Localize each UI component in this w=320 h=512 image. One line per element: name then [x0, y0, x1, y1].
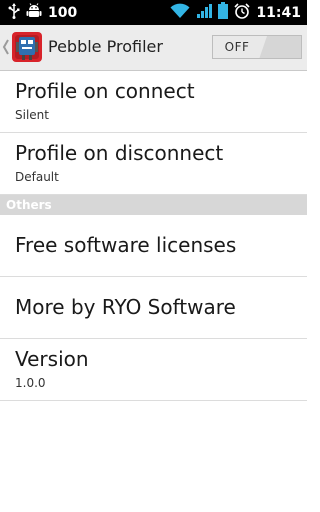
pref-version[interactable]: Version 1.0.0 — [0, 339, 307, 401]
android-debug-icon — [26, 2, 42, 23]
pref-summary: Silent — [15, 108, 49, 122]
pref-title: Profile on disconnect — [15, 141, 224, 165]
pref-more-by-developer[interactable]: More by RYO Software — [0, 277, 307, 339]
pref-title: Version — [15, 347, 89, 371]
alarm-icon — [234, 2, 250, 23]
enable-toggle-switch[interactable]: OFF — [212, 35, 302, 59]
clock-text: 11:41 — [256, 4, 301, 21]
usb-icon — [8, 2, 20, 23]
battery-icon — [218, 2, 229, 23]
pref-title: Free software licenses — [15, 233, 237, 257]
pref-title: Profile on connect — [15, 79, 195, 103]
chevron-left-icon[interactable] — [2, 37, 10, 57]
preferences-list: Profile on connect Silent Profile on dis… — [0, 71, 307, 401]
status-bar-right: 11:41 — [164, 2, 301, 23]
toggle-state-label: OFF — [224, 40, 250, 54]
pref-summary: 1.0.0 — [15, 376, 46, 390]
pebble-robot-icon[interactable] — [10, 30, 44, 64]
pref-summary: Default — [15, 170, 59, 184]
action-bar: Pebble Profiler OFF — [0, 25, 307, 71]
wifi-icon — [170, 3, 190, 23]
toggle-thumb: OFF — [213, 36, 267, 58]
category-header-others: Others — [0, 195, 307, 215]
pref-free-software-licenses[interactable]: Free software licenses — [0, 215, 307, 277]
pref-profile-on-disconnect[interactable]: Profile on disconnect Default — [0, 133, 307, 195]
pref-profile-on-connect[interactable]: Profile on connect Silent — [0, 71, 307, 133]
app-title: Pebble Profiler — [48, 37, 163, 56]
pref-title: More by RYO Software — [15, 295, 236, 319]
status-bar: 100 11:41 — [0, 0, 307, 25]
battery-percent-text: 100 — [48, 4, 78, 21]
signal-icon — [196, 3, 213, 23]
status-bar-left: 100 — [8, 2, 78, 23]
